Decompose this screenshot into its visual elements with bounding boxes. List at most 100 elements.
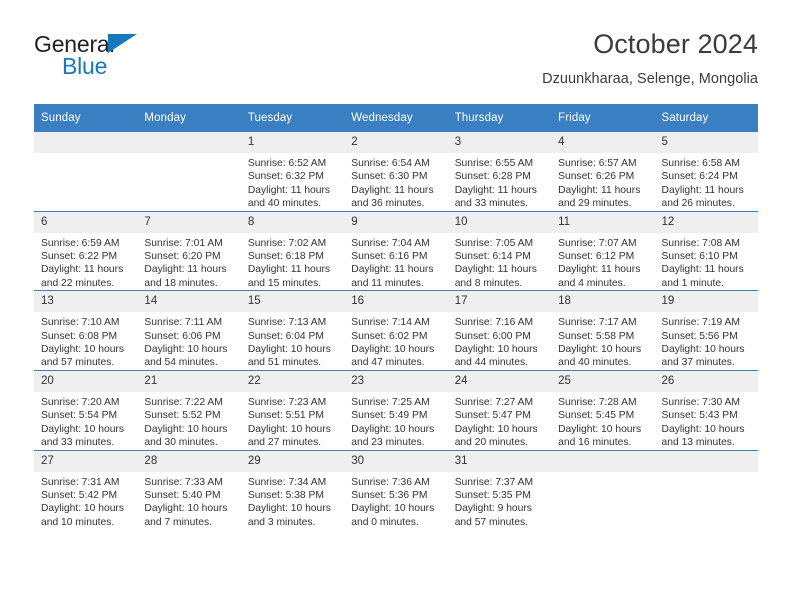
daylight-text: Daylight: 10 hours and 47 minutes.: [351, 344, 435, 369]
calendar-day-cell[interactable]: 20 Sunrise: 7:20 AM Sunset: 5:54 PM Dayligh…: [34, 369, 138, 450]
calendar-day-cell[interactable]: 26 Sunrise: 7:30 AM Sunset: 5:43 PM Dayligh…: [654, 369, 758, 450]
calendar-day-cell[interactable]: 11 Sunrise: 7:07 AM Sunset: 6:12 PM Dayligh…: [551, 210, 655, 291]
calendar-day-cell[interactable]: 19 Sunrise: 7:19 AM Sunset: 5:56 PM Dayligh…: [654, 290, 758, 371]
daylight-text: Daylight: 11 hours and 33 minutes.: [454, 184, 537, 210]
calendar-day-cell[interactable]: 5 Sunrise: 6:58 AM Sunset: 6:24 PM Daylight…: [654, 131, 758, 212]
sunset-text: Sunset: 6:20 PM: [144, 251, 221, 263]
day-details: Sunrise: 7:33 AM Sunset: 5:40 PM Daylight:…: [137, 472, 240, 530]
sunrise-text: Sunrise: 6:54 AM: [351, 158, 430, 169]
calendar-day-cell[interactable]: 17 Sunrise: 7:16 AM Sunset: 6:00 PM Dayligh…: [447, 290, 552, 371]
daylight-text: Daylight: 10 hours and 44 minutes.: [454, 344, 538, 369]
sunset-text: Sunset: 6:24 PM: [661, 171, 738, 183]
calendar-day-cell[interactable]: 10 Sunrise: 7:05 AM Sunset: 6:14 PM Dayligh…: [447, 210, 552, 291]
day-details: Sunrise: 7:20 AM Sunset: 5:54 PM Daylight:…: [34, 392, 137, 450]
day-details: Sunrise: 6:55 AM Sunset: 6:28 PM Daylight:…: [448, 153, 551, 211]
day-details: Sunrise: 7:36 AM Sunset: 5:36 PM Daylight:…: [344, 472, 447, 530]
calendar-cell-empty: [137, 131, 241, 212]
calendar-day-cell[interactable]: 31 Sunrise: 7:37 AM Sunset: 5:35 PM Dayligh…: [447, 449, 552, 530]
sunrise-text: Sunrise: 7:08 AM: [661, 237, 740, 249]
sunset-text: Sunset: 5:36 PM: [351, 489, 428, 501]
calendar-day-cell[interactable]: 24 Sunrise: 7:27 AM Sunset: 5:47 PM Dayligh…: [447, 369, 552, 450]
sunset-text: Sunset: 6:10 PM: [661, 251, 738, 263]
daylight-text: Daylight: 11 hours and 1 minute.: [661, 264, 744, 289]
sunrise-text: Sunrise: 7:05 AM: [454, 237, 534, 249]
sunset-text: Sunset: 6:22 PM: [41, 251, 118, 263]
day-details: Sunrise: 7:01 AM Sunset: 6:20 PM Daylight:…: [137, 233, 240, 291]
sunrise-text: Sunrise: 6:58 AM: [661, 158, 740, 169]
day-details: Sunrise: 7:08 AM Sunset: 6:10 PM Daylight:…: [655, 233, 758, 291]
calendar-day-cell[interactable]: 29 Sunrise: 7:34 AM Sunset: 5:38 PM Dayligh…: [240, 449, 345, 530]
calendar-day-cell[interactable]: 25 Sunrise: 7:28 AM Sunset: 5:45 PM Dayligh…: [551, 369, 655, 450]
daylight-text: Daylight: 10 hours and 54 minutes.: [144, 344, 228, 369]
daylight-text: Daylight: 10 hours and 27 minutes.: [247, 423, 331, 449]
sunrise-text: Sunrise: 7:01 AM: [144, 237, 223, 249]
daylight-text: Daylight: 10 hours and 30 minutes.: [144, 423, 228, 449]
page-title: October 2024: [593, 29, 758, 59]
day-details: Sunrise: 6:59 AM Sunset: 6:22 PM Daylight:…: [34, 233, 137, 291]
sunset-text: Sunset: 6:32 PM: [247, 171, 324, 183]
day-details: Sunrise: 6:54 AM Sunset: 6:30 PM Daylight:…: [344, 153, 447, 211]
daylight-text: Daylight: 11 hours and 4 minutes.: [558, 264, 641, 289]
calendar-day-cell[interactable]: 2 Sunrise: 6:54 AM Sunset: 6:30 PM Daylight…: [344, 131, 448, 212]
sunrise-text: Sunrise: 6:59 AM: [41, 237, 120, 249]
calendar-day-cell[interactable]: 8 Sunrise: 7:02 AM Sunset: 6:18 PM Daylight…: [240, 210, 345, 291]
day-number: 29: [240, 450, 345, 472]
calendar-day-cell[interactable]: 30 Sunrise: 7:36 AM Sunset: 5:36 PM Dayligh…: [344, 449, 448, 530]
day-details: Sunrise: 6:58 AM Sunset: 6:24 PM Daylight:…: [655, 153, 758, 211]
logo-text-blue: Blue: [62, 53, 108, 79]
sunrise-text: Sunrise: 7:04 AM: [351, 237, 430, 249]
day-details: Sunrise: 6:57 AM Sunset: 6:26 PM Daylight:…: [551, 153, 654, 211]
calendar-day-cell[interactable]: 28 Sunrise: 7:33 AM Sunset: 5:40 PM Dayligh…: [137, 449, 241, 530]
day-details: Sunrise: 7:22 AM Sunset: 5:52 PM Daylight:…: [137, 392, 240, 450]
daylight-text: Daylight: 11 hours and 15 minutes.: [247, 264, 331, 289]
calendar-day-cell[interactable]: 6 Sunrise: 6:59 AM Sunset: 6:22 PM Daylight…: [34, 210, 138, 291]
sunrise-text: Sunrise: 7:25 AM: [351, 396, 430, 408]
day-details: Sunrise: 7:05 AM Sunset: 6:14 PM Daylight:…: [448, 233, 551, 291]
day-details: Sunrise: 7:07 AM Sunset: 6:12 PM Daylight:…: [551, 233, 654, 291]
daylight-text: Daylight: 10 hours and 3 minutes.: [247, 503, 331, 528]
day-number: 6: [34, 211, 138, 233]
calendar-day-cell[interactable]: 9 Sunrise: 7:04 AM Sunset: 6:16 PM Daylight…: [344, 210, 448, 291]
calendar-day-cell[interactable]: 16 Sunrise: 7:14 AM Sunset: 6:02 PM Dayligh…: [344, 290, 448, 371]
day-number: 5: [654, 132, 758, 153]
calendar-day-cell[interactable]: 12 Sunrise: 7:08 AM Sunset: 6:10 PM Dayligh…: [654, 210, 758, 291]
weekday-header-wednesday: Wednesday: [344, 104, 448, 132]
day-number: 25: [551, 370, 655, 392]
daylight-text: Daylight: 10 hours and 10 minutes.: [41, 503, 124, 528]
day-number: 11: [551, 211, 655, 233]
sunset-text: Sunset: 6:04 PM: [247, 330, 324, 342]
calendar-day-cell[interactable]: 13 Sunrise: 7:10 AM Sunset: 6:08 PM Dayligh…: [34, 290, 138, 371]
sunrise-text: Sunrise: 7:31 AM: [41, 476, 120, 488]
calendar-day-cell[interactable]: 1 Sunrise: 6:52 AM Sunset: 6:32 PM Daylight…: [240, 131, 345, 212]
calendar-day-cell[interactable]: 4 Sunrise: 6:57 AM Sunset: 6:26 PM Daylight…: [551, 131, 655, 212]
daylight-text: Daylight: 10 hours and 37 minutes.: [661, 344, 745, 369]
calendar-day-cell[interactable]: 14 Sunrise: 7:11 AM Sunset: 6:06 PM Dayligh…: [137, 290, 241, 371]
sunset-text: Sunset: 6:12 PM: [558, 251, 635, 263]
calendar-day-cell[interactable]: 15 Sunrise: 7:13 AM Sunset: 6:04 PM Dayligh…: [240, 290, 345, 371]
day-details: Sunrise: 7:11 AM Sunset: 6:06 PM Daylight:…: [137, 312, 240, 370]
sunrise-text: Sunrise: 7:19 AM: [661, 317, 740, 329]
day-number: 3: [447, 132, 552, 153]
day-details: Sunrise: 7:16 AM Sunset: 6:00 PM Daylight:…: [448, 312, 551, 370]
sunset-text: Sunset: 5:49 PM: [351, 410, 428, 422]
calendar-day-cell[interactable]: 23 Sunrise: 7:25 AM Sunset: 5:49 PM Dayligh…: [344, 369, 448, 450]
generalblue-logo[interactable]: General Blue: [34, 32, 234, 90]
calendar-day-cell[interactable]: 18 Sunrise: 7:17 AM Sunset: 5:58 PM Dayligh…: [551, 290, 655, 371]
sunrise-text: Sunrise: 7:34 AM: [247, 476, 327, 488]
sunset-text: Sunset: 5:42 PM: [41, 489, 118, 501]
day-number: [137, 132, 241, 153]
day-number: 22: [240, 370, 345, 392]
daylight-text: Daylight: 11 hours and 18 minutes.: [144, 264, 227, 289]
daylight-text: Daylight: 10 hours and 16 minutes.: [558, 423, 642, 449]
calendar-grid: Sunday Monday Tuesday Wednesday Thursday…: [34, 104, 758, 530]
day-number: 15: [240, 291, 345, 313]
calendar-day-cell[interactable]: 21 Sunrise: 7:22 AM Sunset: 5:52 PM Dayligh…: [137, 369, 241, 450]
calendar-day-cell[interactable]: 7 Sunrise: 7:01 AM Sunset: 6:20 PM Daylight…: [137, 210, 241, 291]
calendar-day-cell[interactable]: 3 Sunrise: 6:55 AM Sunset: 6:28 PM Daylight…: [447, 131, 552, 212]
daylight-text: Daylight: 11 hours and 29 minutes.: [558, 184, 641, 210]
sunset-text: Sunset: 5:35 PM: [454, 489, 531, 501]
sunset-text: Sunset: 6:02 PM: [351, 330, 428, 342]
sunrise-text: Sunrise: 7:27 AM: [454, 396, 534, 408]
calendar-day-cell[interactable]: 22 Sunrise: 7:23 AM Sunset: 5:51 PM Dayligh…: [240, 369, 345, 450]
calendar-day-cell[interactable]: 27 Sunrise: 7:31 AM Sunset: 5:42 PM Dayligh…: [34, 449, 138, 530]
